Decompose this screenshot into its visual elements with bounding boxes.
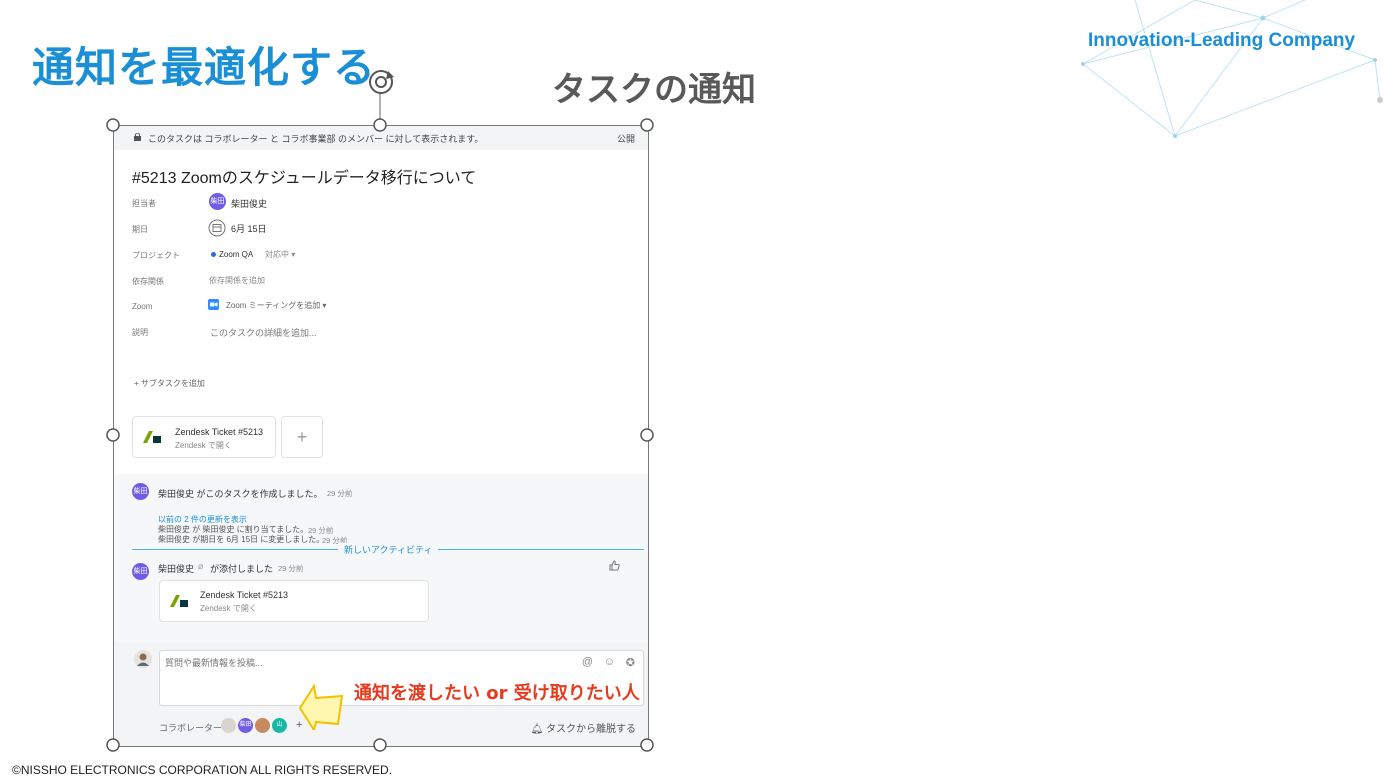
collaborator-avatar-2[interactable]: 柴田 bbox=[238, 718, 253, 733]
visibility-bar: このタスクは コラボレーター と コラボ事業部 のメンバー に対して表示されます… bbox=[114, 126, 648, 150]
task-detail-screenshot[interactable]: このタスクは コラボレーター と コラボ事業部 のメンバー に対して表示されます… bbox=[113, 125, 649, 747]
created-activity-time: 29 分前 bbox=[327, 489, 353, 498]
attached-action-text: が添付しました bbox=[210, 564, 274, 574]
collaborator-avatar-photo-1[interactable] bbox=[221, 718, 236, 733]
assignee-name[interactable]: 柴田俊史 bbox=[231, 197, 267, 210]
add-dependency-link[interactable]: 依存関係を追加 bbox=[209, 275, 265, 286]
project-label: プロジェクト bbox=[132, 251, 180, 260]
zendesk-logo-icon bbox=[143, 431, 161, 443]
attachment-card[interactable]: Zendesk Ticket #5213 Zendesk で開く bbox=[132, 416, 276, 458]
attachment-subtitle: Zendesk で開く bbox=[175, 441, 232, 450]
annotation-callout: 通知を渡したい or 受け取りたい人 bbox=[354, 683, 640, 704]
project-status-dropdown[interactable]: 対応中 ▾ bbox=[265, 249, 295, 260]
attacher-name: 柴田俊史 bbox=[158, 564, 195, 574]
bell-icon: 🔔︎ bbox=[530, 724, 544, 735]
company-tagline: Innovation-Leading Company bbox=[1088, 30, 1356, 51]
attached-file-title: Zendesk Ticket #5213 bbox=[200, 590, 289, 600]
add-zoom-meeting-dropdown[interactable]: Zoom ミーティングを追加 ▾ bbox=[226, 300, 326, 311]
dependency-label: 依存関係 bbox=[132, 277, 164, 286]
network-decoration bbox=[1081, 0, 1383, 138]
update-due-text: 柴田俊史 が期日を 6月 15日 に変更しました。 bbox=[158, 535, 325, 544]
leave-task-button[interactable]: 🔔︎ タスクから離脱する bbox=[531, 720, 636, 735]
created-activity-text: 柴田俊史 がこのタスクを作成しました。 bbox=[158, 489, 323, 499]
attached-file-card[interactable]: Zendesk Ticket #5213 Zendesk で開く bbox=[159, 580, 429, 622]
description-label: 説明 bbox=[132, 328, 148, 337]
visibility-badge[interactable]: 公開 bbox=[617, 132, 635, 145]
zoom-label: Zoom bbox=[132, 302, 153, 311]
add-attachment-button[interactable]: + bbox=[281, 416, 323, 458]
appreciation-icon[interactable]: ✪ bbox=[626, 656, 635, 669]
pointer-arrow-icon bbox=[298, 684, 344, 730]
collaborators-label: コラボレーター bbox=[159, 723, 223, 733]
due-date-value[interactable]: 6月 15日 bbox=[231, 222, 267, 235]
zendesk-logo-icon bbox=[170, 595, 188, 607]
task-title[interactable]: #5213 Zoomのスケジュールデータ移行について bbox=[132, 164, 476, 188]
attached-file-subtitle: Zendesk で開く bbox=[200, 604, 257, 613]
leave-task-label: タスクから離脱する bbox=[546, 724, 636, 735]
calendar-icon[interactable] bbox=[208, 219, 226, 237]
like-icon[interactable] bbox=[609, 560, 620, 571]
collaborator-avatar-4[interactable]: 山 bbox=[272, 718, 287, 733]
new-activity-label: 新しいアクティビティ bbox=[338, 543, 439, 556]
copyright-footer: ©NISSHO ELECTRONICS CORPORATION ALL RIGH… bbox=[12, 763, 393, 777]
paperclip-icon: ⌀ bbox=[198, 561, 204, 571]
slide-title: 通知を最適化する bbox=[32, 43, 377, 92]
emoji-icon[interactable]: ☺ bbox=[604, 656, 615, 668]
visibility-text: このタスクは コラボレーター と コラボ事業部 のメンバー に対して表示されます… bbox=[148, 134, 484, 144]
zoom-video-icon bbox=[208, 299, 219, 310]
attached-time: 29 分前 bbox=[278, 564, 304, 573]
assignee-avatar[interactable]: 柴田 bbox=[209, 193, 226, 210]
project-name[interactable]: Zoom QA bbox=[219, 250, 253, 259]
add-subtask-button[interactable]: + サブタスクを追加 bbox=[134, 378, 205, 389]
mention-icon[interactable]: @ bbox=[582, 656, 593, 668]
lock-icon bbox=[134, 133, 141, 141]
due-label: 期日 bbox=[132, 225, 148, 234]
attacher-avatar: 柴田 bbox=[132, 563, 149, 580]
current-user-avatar bbox=[134, 650, 152, 668]
comment-placeholder: 質問や最新情報を投稿... bbox=[165, 658, 263, 668]
assignee-label: 担当者 bbox=[132, 199, 156, 208]
section-heading: タスクの通知 bbox=[552, 70, 756, 110]
project-color-dot bbox=[211, 252, 216, 257]
collaborator-avatar-photo-3[interactable] bbox=[255, 718, 270, 733]
creator-avatar: 柴田 bbox=[132, 483, 149, 500]
description-input[interactable]: このタスクの詳細を追加... bbox=[210, 326, 317, 339]
attachment-title: Zendesk Ticket #5213 bbox=[175, 427, 264, 437]
